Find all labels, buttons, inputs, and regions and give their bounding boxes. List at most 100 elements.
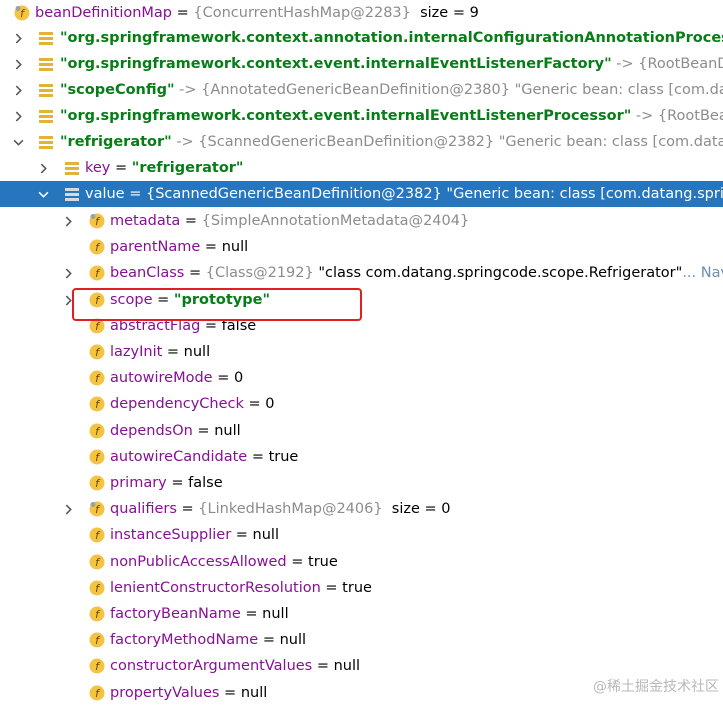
tree-row-entry[interactable]: "org.springframework.context.event.inter… [0, 51, 723, 77]
field-icon: f [89, 344, 105, 360]
field-icon: f [89, 449, 105, 465]
value-label: value [85, 186, 125, 202]
tree-row-field[interactable]: f dependencyCheck = 0 [0, 391, 723, 417]
tree-row-field[interactable]: f qualifiers = {LinkedHashMap@2406} size … [0, 496, 723, 522]
field-value: null [252, 527, 279, 543]
root-name: beanDefinitionMap [35, 5, 173, 21]
tree-row-key[interactable]: key = "refrigerator" [0, 155, 723, 181]
field-icon: f [14, 5, 30, 21]
field-value: size = 0 [382, 501, 451, 517]
field-object-ref: {Class@2192} [205, 265, 314, 281]
field-icon: f [89, 580, 105, 596]
highlight-annotation-box [72, 288, 362, 321]
tree-row-field[interactable]: f nonPublicAccessAllowed = true [0, 549, 723, 575]
key-label: key [85, 160, 111, 176]
tree-row-field[interactable]: f metadata = {SimpleAnnotationMetadata@24… [0, 208, 723, 234]
key-value: "refrigerator" [131, 160, 244, 176]
field-value: true [342, 580, 372, 596]
field-icon: f [89, 527, 105, 543]
field-value: true [268, 449, 299, 465]
field-value: null [214, 423, 241, 439]
tree-row-entry[interactable]: "scopeConfig" -> {AnnotatedGenericBeanDe… [0, 77, 723, 103]
field-value: "class com.datang.springcode.scope.Refri… [313, 265, 683, 281]
map-entry-icon [38, 56, 54, 72]
chevron-right-icon[interactable] [10, 82, 26, 98]
tree-row-value-selected[interactable]: value = {ScannedGenericBeanDefinition@23… [0, 181, 723, 207]
chevron-right-icon[interactable] [60, 213, 76, 229]
field-value: null [262, 606, 289, 622]
field-object-ref: {LinkedHashMap@2406} [198, 501, 383, 517]
tree-row-field[interactable]: f beanClass = {Class@2192} "class com.dat… [0, 260, 723, 286]
field-icon: f [89, 658, 105, 674]
field-name: instanceSupplier [110, 527, 232, 543]
tree-row-field[interactable]: f instanceSupplier = null [0, 522, 723, 548]
field-name: parentName [110, 239, 201, 255]
map-entry-icon [64, 186, 80, 202]
tree-row-entry-expanded[interactable]: "refrigerator" -> {ScannedGenericBeanDef… [0, 129, 723, 155]
field-icon: f [89, 239, 105, 255]
field-icon: f [89, 606, 105, 622]
tree-row-field[interactable]: f lenientConstructorResolution = true [0, 575, 723, 601]
field-name: primary [110, 475, 167, 491]
field-value: 0 [233, 370, 244, 386]
tree-row-field[interactable]: f primary = false [0, 470, 723, 496]
tree-row-field[interactable]: f factoryBeanName = null [0, 601, 723, 627]
entry-key: "org.springframework.context.annotation.… [60, 30, 723, 46]
entry-key: "refrigerator" [60, 134, 172, 150]
field-icon: f [89, 265, 105, 281]
field-name: propertyValues [110, 685, 220, 701]
field-name: metadata [110, 213, 181, 229]
map-entry-icon [64, 160, 80, 176]
field-value: true [308, 554, 338, 570]
chevron-down-icon[interactable] [35, 186, 51, 202]
field-name: factoryMethodName [110, 632, 259, 648]
tree-row-root[interactable]: f beanDefinitionMap = {ConcurrentHashMap… [0, 0, 723, 26]
tree-row-entry[interactable]: "org.springframework.context.event.inter… [0, 103, 723, 129]
map-entry-icon [38, 134, 54, 150]
field-name: autowireCandidate [110, 449, 248, 465]
field-icon: f [89, 423, 105, 439]
field-value: null [221, 239, 249, 255]
tree-row-field[interactable]: f autowireCandidate = true [0, 444, 723, 470]
field-name: qualifiers [110, 501, 177, 517]
watermark: @稀土掘金技术社区 [593, 679, 719, 695]
field-name: lazyInit [110, 344, 163, 360]
chevron-right-icon[interactable] [60, 501, 76, 517]
field-name: beanClass [110, 265, 185, 281]
field-value: null [240, 685, 268, 701]
field-icon: f [89, 501, 105, 517]
tree-row-field[interactable]: f lazyInit = null [0, 339, 723, 365]
chevron-right-icon[interactable] [10, 108, 26, 124]
field-name: lenientConstructorResolution [110, 580, 321, 596]
field-name: constructorArgumentValues [110, 658, 313, 674]
field-name: nonPublicAccessAllowed [110, 554, 287, 570]
field-value: null [279, 632, 307, 648]
entry-key: "scopeConfig" [60, 82, 175, 98]
value-description: {ScannedGenericBeanDefinition@2382} "Gen… [145, 186, 723, 202]
map-entry-icon [38, 82, 54, 98]
field-icon: f [89, 632, 105, 648]
tree-row-field[interactable]: f autowireMode = 0 [0, 365, 723, 391]
tree-row-field[interactable]: f factoryMethodName = null [0, 627, 723, 653]
field-name: dependencyCheck [110, 396, 244, 412]
field-object-ref: {SimpleAnnotationMetadata@2404} [201, 213, 470, 229]
root-label: beanDefinitionMap = {ConcurrentHashMap@2… [35, 0, 479, 26]
field-value: 0 [265, 396, 275, 412]
field-name: dependsOn [110, 423, 193, 439]
field-value: null [333, 658, 361, 674]
chevron-right-icon[interactable] [10, 56, 26, 72]
chevron-right-icon[interactable] [35, 160, 51, 176]
chevron-down-icon[interactable] [10, 134, 26, 150]
entry-key: "org.springframework.context.event.inter… [60, 108, 632, 124]
chevron-right-icon[interactable] [10, 30, 26, 46]
navigate-link: ... Navig [682, 265, 723, 281]
field-icon: f [89, 685, 105, 701]
field-name: factoryBeanName [110, 606, 241, 622]
tree-row-field[interactable]: f dependsOn = null [0, 418, 723, 444]
field-value: null [183, 344, 211, 360]
field-icon: f [89, 475, 105, 491]
tree-row-field[interactable]: f parentName = null [0, 234, 723, 260]
tree-row-entry[interactable]: "org.springframework.context.annotation.… [0, 25, 723, 51]
field-icon: f [89, 213, 105, 229]
chevron-right-icon[interactable] [60, 265, 76, 281]
